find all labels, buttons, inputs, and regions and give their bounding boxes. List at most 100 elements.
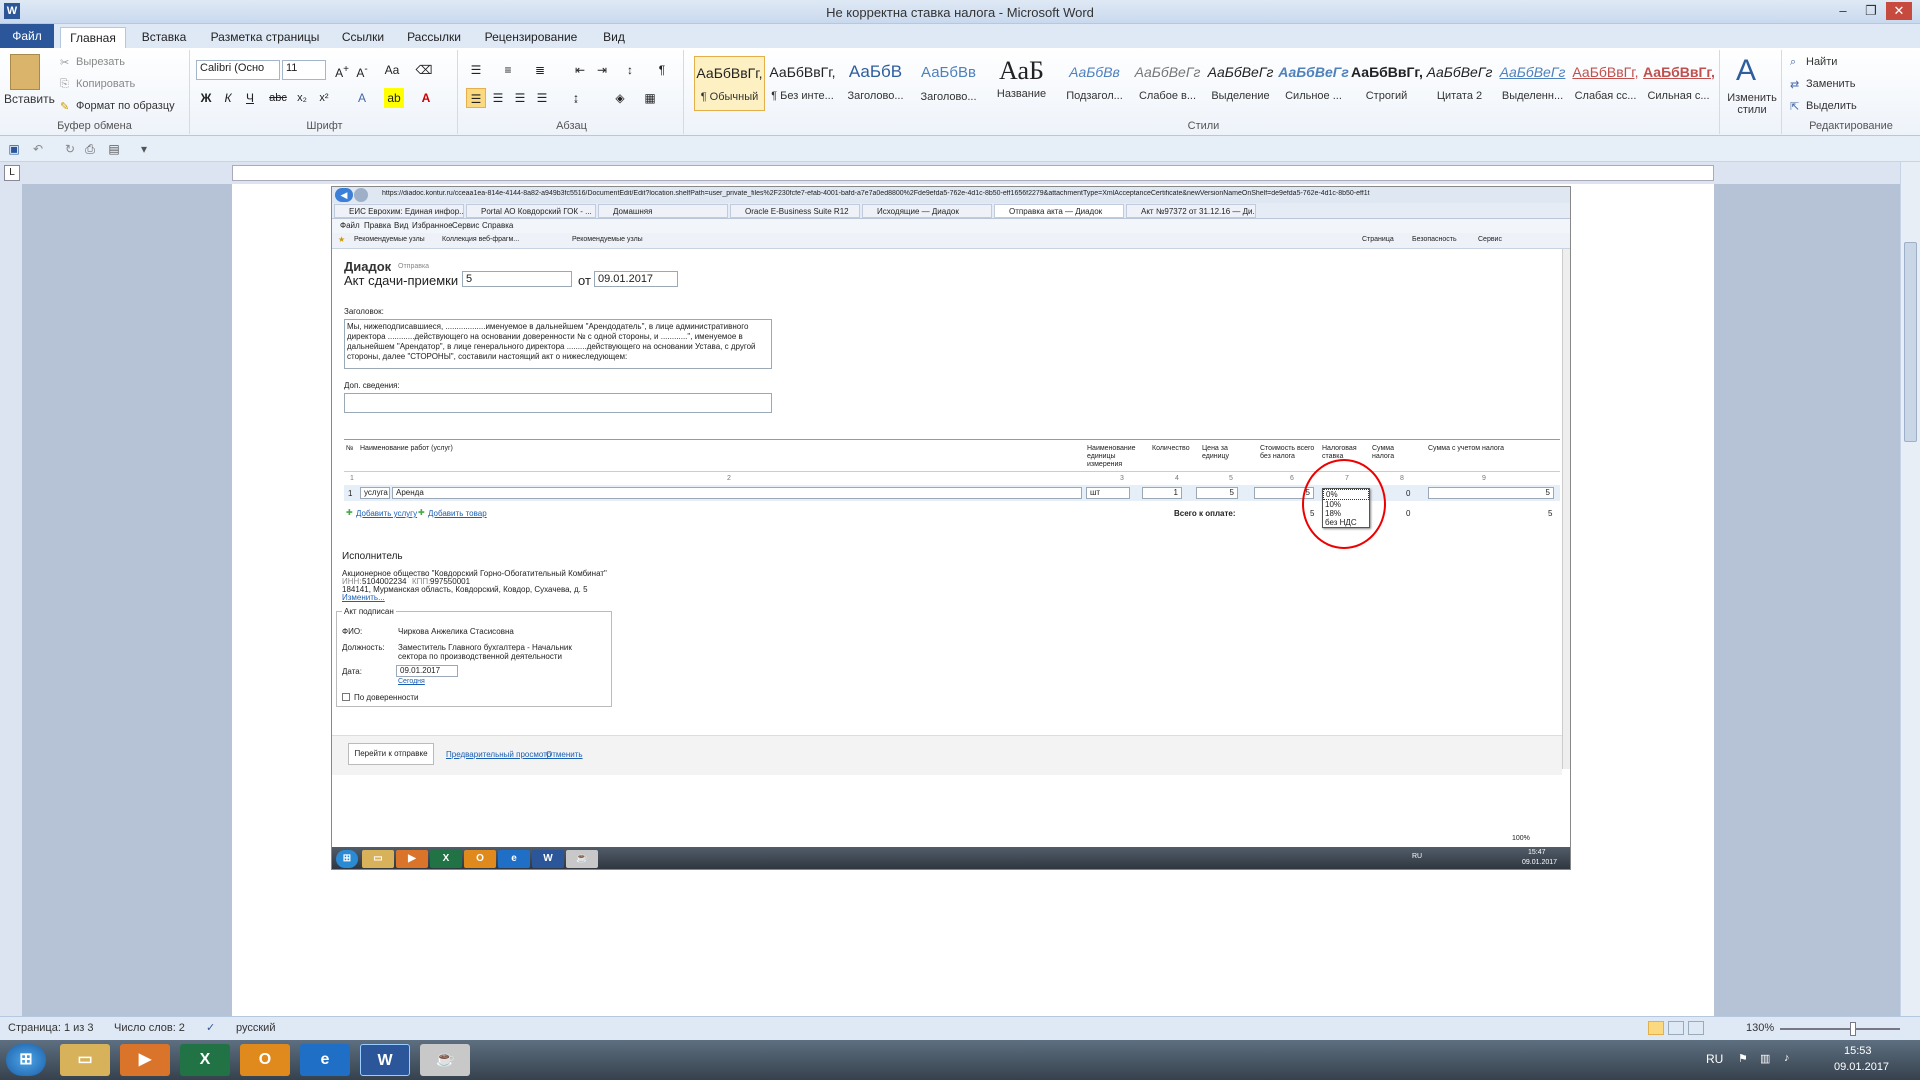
tab-file[interactable]: Файл [0,24,54,48]
shading-button[interactable]: ◈ [610,88,630,108]
row-total-input[interactable]: 5 [1428,487,1554,499]
ie-tab[interactable]: Акт №97372 от 31.12.16 — Ди... [1126,204,1256,218]
pilcrow-button[interactable]: ¶ [652,60,672,80]
subscript-button[interactable]: x₂ [292,88,312,108]
select-button[interactable]: Выделить [1806,100,1857,112]
forward-icon[interactable] [354,188,368,202]
ie-tab[interactable]: Домашняя [598,204,728,218]
maximize-button[interactable]: ❐ [1858,2,1884,20]
underline-button[interactable]: Ч [240,88,260,108]
ie-tab[interactable]: ЕИС Еврохим: Единая инфор... [334,204,464,218]
tab-home[interactable]: Главная [60,27,126,48]
numbering-button[interactable]: ≡ [498,60,518,80]
today-link[interactable]: Сегодня [398,678,425,685]
scroll-thumb[interactable] [1904,242,1917,442]
clear-format-button[interactable]: ⌫ [414,60,434,80]
shrink-font-button[interactable]: A- [352,60,372,80]
add-goods-link[interactable]: Добавить товар [428,509,487,518]
tab-insert[interactable]: Вставка [132,27,196,48]
zoom-thumb[interactable] [1850,1022,1856,1036]
network-icon[interactable]: ▥ [1760,1052,1770,1065]
fav-link[interactable]: Коллекция веб-фрагм... [442,236,519,243]
outlook-icon[interactable]: O [240,1044,290,1076]
style-intense-quote[interactable]: АаБбВеГг Выделенн... [1497,56,1568,111]
format-painter-button[interactable]: Формат по образцу [76,100,175,112]
redo-icon[interactable]: ↻ [60,139,80,159]
start-button-icon[interactable]: ⊞ [6,1044,46,1076]
web-layout-icon[interactable] [1688,1021,1704,1035]
italic-button[interactable]: К [218,88,238,108]
multilevel-button[interactable]: ≣ [530,60,550,80]
preview-link[interactable]: Предварительный просмотр [446,750,551,759]
ie-menu-favorites[interactable]: Избранное [412,221,453,230]
paste-button[interactable]: Вставить [4,92,55,106]
style-title[interactable]: АаБ Название [986,56,1057,111]
ie-menu-view[interactable]: Вид [394,221,408,230]
style-normal[interactable]: АаБбВвГг, ¶ Обычный [694,56,765,111]
align-center-button[interactable]: ☰ [488,88,508,108]
save-icon[interactable]: ▣ [4,139,24,159]
keyboard-language[interactable]: RU [1706,1052,1723,1066]
ie-menu-file[interactable]: Файл [340,221,360,230]
zoom-slider[interactable] [1780,1028,1900,1030]
style-intense-emphasis[interactable]: АаБбВеГг Сильное ... [1278,56,1349,111]
grow-font-button[interactable]: A+ [332,60,352,80]
reading-layout-icon[interactable] [1668,1021,1684,1035]
tab-review[interactable]: Рецензирование [476,27,586,48]
strike-button[interactable]: abc [268,88,288,108]
clock-time[interactable]: 15:53 [1844,1045,1872,1057]
row-type-select[interactable]: услуга [360,487,390,499]
highlight-button[interactable]: ab [384,88,404,108]
vertical-scrollbar[interactable] [1900,162,1920,1016]
style-intense-reference[interactable]: АаБбВвГг, Сильная с... [1643,56,1714,111]
find-button[interactable]: Найти [1806,56,1837,68]
explorer-icon[interactable]: ▭ [60,1044,110,1076]
add-service-link[interactable]: Добавить услугу [356,509,417,518]
bold-button[interactable]: Ж [196,88,216,108]
style-heading-2[interactable]: АаБбВв Заголово... [913,56,984,111]
style-subtitle[interactable]: АаБбВв Подзагол... [1059,56,1130,111]
ie-security-menu[interactable]: Безопасность [1412,236,1457,243]
fav-link[interactable]: Рекомендуемые узлы [354,236,425,243]
bullets-button[interactable]: ☰ [466,60,486,80]
decrease-indent-button[interactable]: ⇤ [570,60,590,80]
media-player-icon[interactable]: ▶ [120,1044,170,1076]
row-price-input[interactable]: 5 [1196,487,1238,499]
align-right-button[interactable]: ☰ [510,88,530,108]
style-strong[interactable]: АаБбВвГг, Строгий [1351,56,1422,111]
row-qty-input[interactable]: 1 [1142,487,1182,499]
style-no-spacing[interactable]: АаБбВвГг, ¶ Без инте... [767,56,838,111]
act-number-input[interactable]: 5 [462,271,572,287]
copy-button[interactable]: Копировать [76,78,135,90]
borders-button[interactable]: ▦ [640,88,660,108]
ie-menu-edit[interactable]: Правка [364,221,391,230]
replace-button[interactable]: Заменить [1806,78,1855,90]
ie-tab[interactable]: Portal АО Ковдорский ГОК - ... [466,204,596,218]
breadcrumb[interactable]: Отправка [398,263,429,270]
tab-mailings[interactable]: Рассылки [398,27,470,48]
tab-references[interactable]: Ссылки [334,27,392,48]
style-emphasis[interactable]: АаБбВеГг Выделение [1205,56,1276,111]
extra-info-input[interactable] [344,393,772,413]
cancel-link[interactable]: Отменить [546,750,583,759]
customize-qat-icon[interactable]: ▾ [134,139,154,159]
ie-tab[interactable]: Oracle E-Business Suite R12 [730,204,860,218]
style-quote-2[interactable]: АаБбВеГг Цитата 2 [1424,56,1495,111]
tab-selector-icon[interactable]: L [4,165,20,181]
java-icon[interactable]: ☕ [420,1044,470,1076]
tab-view[interactable]: Вид [592,27,636,48]
tab-layout[interactable]: Разметка страницы [200,27,330,48]
minimize-button[interactable]: – [1830,2,1856,20]
proofing-icon[interactable]: ✓ [206,1021,215,1034]
proxy-checkbox[interactable] [342,693,350,701]
ie-tab-active[interactable]: Отправка акта — Диадок [994,204,1124,218]
font-name-select[interactable]: Calibri (Осно [196,60,280,80]
undo-icon[interactable]: ↶ [28,139,48,159]
line-spacing-button[interactable]: ↨ [566,88,586,108]
text-effects-button[interactable]: A [352,88,372,108]
preview-icon[interactable]: ▤ [104,139,124,159]
ie-menu-tools[interactable]: Сервис [452,221,479,230]
excel-icon[interactable]: X [180,1044,230,1076]
ie-menu-help[interactable]: Справка [482,221,513,230]
print-layout-icon[interactable] [1648,1021,1664,1035]
